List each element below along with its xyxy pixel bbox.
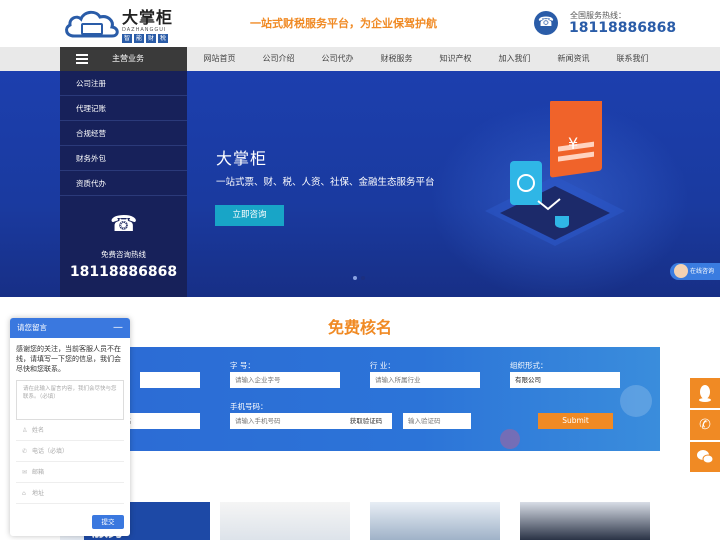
minimize-icon[interactable]: —: [113, 318, 123, 338]
banner-title: 大掌柜: [216, 149, 268, 168]
logo-tag: 智: [122, 34, 133, 43]
carousel-dot-active[interactable]: [361, 276, 365, 280]
cloud-logo-icon[interactable]: [62, 6, 122, 42]
wechat-icon[interactable]: [690, 442, 720, 472]
service-card-image[interactable]: [520, 502, 650, 540]
name-check-form: 字 号： 行 业： 组织形式： 有限公司 手机号码： 获取验证码 Submit: [60, 347, 660, 451]
online-chat-button[interactable]: 在线咨询: [670, 263, 720, 280]
zuzhi-select[interactable]: 有限公司: [510, 372, 620, 388]
city-input[interactable]: [140, 372, 200, 388]
finance-illustration: ¥: [485, 101, 625, 246]
field-placeholder: 姓名: [32, 427, 45, 434]
consult-now-button[interactable]: 立即咨询: [215, 205, 284, 226]
service-card-image[interactable]: [370, 502, 500, 540]
side-menu-item-finance-outsourcing[interactable]: 财务外包: [60, 146, 187, 171]
message-submit-button[interactable]: 提交: [92, 515, 124, 529]
side-menu-item-company-registration[interactable]: 公司注册: [60, 71, 187, 96]
nav-item-ip[interactable]: 知识产权: [426, 47, 485, 71]
side-business-menu: 公司注册 代理记账 合规经营 财务外包 资质代办 ☎ 免费咨询热线 181188…: [60, 71, 187, 297]
message-intro: 感谢您的关注，当前客服人员不在线，请填写一下您的信息，我们会尽快和您联系。: [16, 345, 121, 373]
hero-banner: ¥ 公司注册 代理记账 合规经营 财务外包 资质代办 ☎ 免费咨询热线 1811…: [0, 71, 720, 297]
message-address-field[interactable]: ⌂ 地址: [16, 483, 124, 504]
phone-input[interactable]: [230, 413, 340, 429]
phone-icon: ☎: [534, 11, 558, 35]
message-title: 请您留言: [17, 323, 47, 332]
nav-item-tax-services[interactable]: 财税服务: [367, 47, 426, 71]
carousel-dot[interactable]: [353, 276, 357, 280]
field-placeholder: 邮箱: [32, 469, 45, 476]
service-card-image[interactable]: [220, 502, 350, 540]
get-code-button[interactable]: 获取验证码: [340, 413, 392, 429]
message-email-field[interactable]: ✉ 邮箱: [16, 462, 124, 483]
decorative-circle: [620, 385, 652, 417]
hangye-input[interactable]: [370, 372, 480, 388]
user-icon: ♙: [22, 427, 28, 434]
hangye-label: 行 业：: [370, 361, 395, 370]
message-header[interactable]: 请您留言 —: [10, 318, 130, 338]
online-chat-label: 在线咨询: [690, 268, 715, 275]
agent-avatar: [674, 264, 688, 278]
logo-chinese-name: 大掌柜: [122, 8, 174, 27]
menu-icon: [76, 54, 88, 64]
decorative-circle: [500, 429, 520, 449]
logo-tag: 能: [134, 34, 145, 43]
free-hotline-label: 免费咨询热线: [101, 250, 146, 259]
logo-tag: 财: [146, 34, 157, 43]
zuzhi-label: 组织形式：: [510, 361, 548, 370]
phone-call-icon[interactable]: ✆: [690, 410, 720, 440]
main-business-menu-button[interactable]: 主营业务: [60, 47, 187, 71]
submit-button[interactable]: Submit: [538, 413, 613, 429]
side-menu-item-compliance[interactable]: 合规经营: [60, 121, 187, 146]
main-business-label: 主营业务: [112, 54, 144, 63]
name-input[interactable]: [120, 413, 200, 429]
carousel-dots: [353, 276, 365, 280]
logo-tags: 智 能 财 税: [122, 34, 173, 43]
nav-item-home[interactable]: 网站首页: [190, 47, 249, 71]
field-placeholder: 地址: [32, 490, 45, 497]
message-phone-field[interactable]: ✆ 电话（必填）: [16, 441, 124, 462]
logo-english-name: DAZHANGGUI: [122, 27, 167, 33]
leave-message-widget: 请您留言 — 感谢您的关注，当前客服人员不在线，请填写一下您的信息，我们会尽快和…: [10, 318, 130, 536]
hotline-number: 18118886868: [569, 20, 677, 36]
svg-text:¥: ¥: [568, 134, 578, 153]
mail-icon: ✉: [22, 469, 28, 476]
logo-wordmark[interactable]: 大掌柜 DAZHANGGUI 智 能 财 税: [122, 9, 173, 43]
side-menu-item-qualification[interactable]: 资质代办: [60, 171, 187, 196]
field-placeholder: 电话（必填）: [32, 448, 69, 455]
site-header: 大掌柜 DAZHANGGUI 智 能 财 税 一站式财税服务平台，为企业保驾护航…: [0, 0, 720, 47]
verification-code-input[interactable]: [403, 413, 471, 429]
service-cards: 服务: [60, 502, 660, 540]
phone-icon: ✆: [22, 448, 28, 455]
message-textarea[interactable]: 请在此输入留言内容，我们会尽快与您联系。（必填）: [16, 380, 124, 420]
banner-subtitle: 一站式票、财、税、人资、社保、金融生态服务平台: [216, 177, 435, 188]
phone-label: 手机号码：: [230, 402, 268, 411]
location-icon: ⌂: [22, 490, 26, 497]
logo-tag: 税: [158, 34, 169, 43]
side-menu-item-bookkeeping[interactable]: 代理记账: [60, 96, 187, 121]
zihao-label: 字 号：: [230, 361, 255, 370]
nav-item-company-agency[interactable]: 公司代办: [308, 47, 367, 71]
nav-item-news[interactable]: 新闻资讯: [544, 47, 603, 71]
nav-items: 网站首页 公司介绍 公司代办 财税服务 知识产权 加入我们 新闻资讯 联系我们: [190, 47, 662, 71]
main-nav: 主营业务 网站首页 公司介绍 公司代办 财税服务 知识产权 加入我们 新闻资讯 …: [0, 47, 720, 71]
qq-icon[interactable]: [690, 378, 720, 408]
nav-item-join-us[interactable]: 加入我们: [485, 47, 544, 71]
telephone-icon: ☎: [110, 212, 138, 237]
nav-item-contact[interactable]: 联系我们: [603, 47, 662, 71]
message-name-field[interactable]: ♙ 姓名: [16, 420, 124, 441]
nav-item-about[interactable]: 公司介绍: [249, 47, 308, 71]
zihao-input[interactable]: [230, 372, 340, 388]
free-hotline-number: 18118886868: [69, 264, 178, 280]
header-slogan: 一站式财税服务平台，为企业保驾护航: [250, 17, 437, 30]
